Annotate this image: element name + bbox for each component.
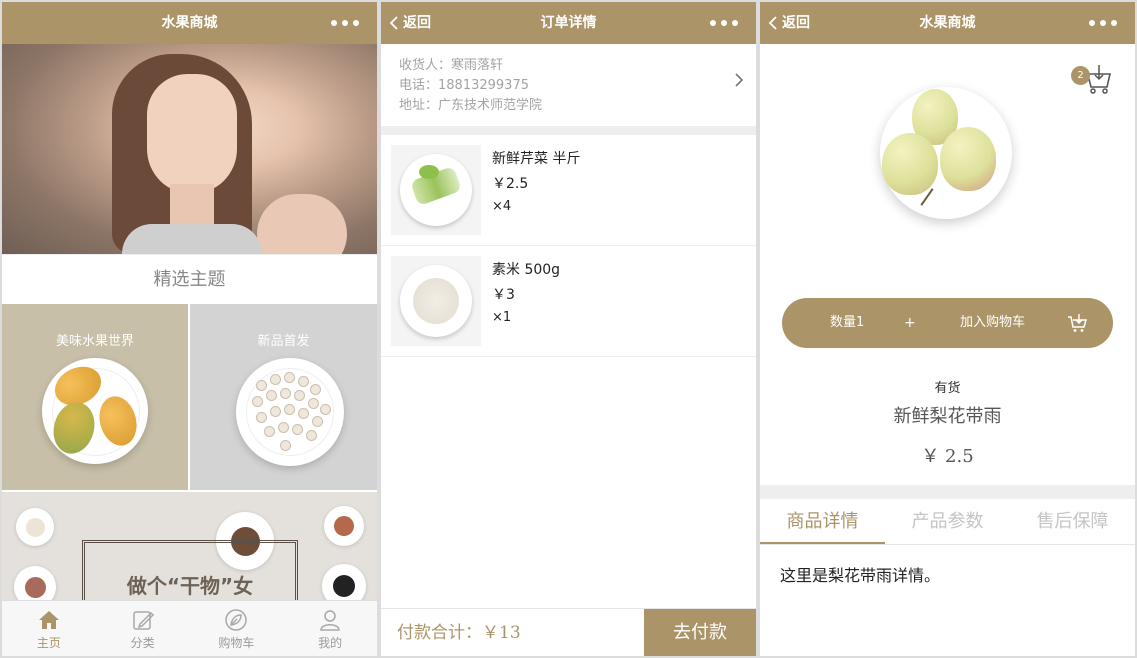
phone-text: 电话：18813299375 xyxy=(399,78,529,93)
more-icon[interactable] xyxy=(331,2,359,44)
item-name: 新鲜芹菜 半斤 xyxy=(492,151,581,167)
home-icon xyxy=(38,611,59,629)
tab-label: 主页 xyxy=(36,636,61,650)
edit-icon xyxy=(132,611,154,630)
theme-label: 新品首发 xyxy=(257,334,310,349)
product-name: 新鲜梨花带雨 xyxy=(893,406,1002,427)
receiver-text: 收货人：寒雨落轩 xyxy=(399,58,504,73)
tab-cart[interactable]: 购物车 xyxy=(190,601,284,656)
bottom-tab-bar: 主页 分类 购物车 我的 xyxy=(2,600,377,656)
home-screen: 水果商城 精选主题 美味水果世界 新品首发 做个“干物”女 主页 分类 购物车 … xyxy=(2,2,377,656)
tab-after-sales[interactable]: 售后保障 xyxy=(1010,499,1135,544)
address-card[interactable]: 收货人：寒雨落轩 电话：18813299375 地址：广东技术师范学院 xyxy=(381,44,756,135)
banner-carousel[interactable] xyxy=(2,44,377,254)
add-to-cart-button[interactable]: 加入购物车 xyxy=(960,298,1025,348)
theme-label: 美味水果世界 xyxy=(55,334,134,349)
theme-card-new-arrivals[interactable]: 新品首发 xyxy=(190,304,377,490)
item-price: ￥2.5 xyxy=(492,176,529,192)
tab-profile[interactable]: 我的 xyxy=(283,601,377,656)
add-cart-icon[interactable] xyxy=(1067,313,1087,333)
order-item[interactable]: 素米 500g ￥3 ×1 xyxy=(381,246,756,357)
home-navbar: 水果商城 xyxy=(2,2,377,44)
product-navbar: 返回 水果商城 xyxy=(760,2,1135,44)
item-quantity: ×1 xyxy=(492,310,512,325)
promo-banner[interactable]: 做个“干物”女 xyxy=(2,492,377,600)
more-icon[interactable] xyxy=(710,2,738,44)
product-title: 水果商城 xyxy=(919,15,976,31)
item-price: ￥3 xyxy=(492,287,515,303)
tab-category[interactable]: 分类 xyxy=(96,601,190,656)
home-title: 水果商城 xyxy=(161,15,218,31)
product-image xyxy=(880,87,1012,219)
detail-tabs: 商品详情 产品参数 售后保障 xyxy=(760,499,1135,545)
item-name: 素米 500g xyxy=(492,262,561,278)
add-to-cart-bar: 数量1 + 加入购物车 xyxy=(782,298,1113,348)
pay-button[interactable]: 去付款 xyxy=(644,609,756,656)
user-icon xyxy=(320,610,340,631)
promo-slogan: 做个“干物”女 xyxy=(126,574,254,598)
cart-count-badge: 2 xyxy=(1071,66,1090,85)
tab-product-params[interactable]: 产品参数 xyxy=(885,499,1010,544)
stock-status: 有货 xyxy=(934,381,961,396)
section-title: 精选主题 xyxy=(2,254,377,304)
order-item[interactable]: 新鲜芹菜 半斤 ￥2.5 ×4 xyxy=(381,135,756,246)
chevron-right-icon xyxy=(735,73,744,87)
tab-label: 我的 xyxy=(318,636,343,650)
detail-content: 这里是梨花带雨详情。 xyxy=(780,566,941,585)
tab-label: 购物车 xyxy=(218,636,255,650)
quantity-selector[interactable]: 数量1 xyxy=(830,298,864,348)
order-navbar: 返回 订单详情 xyxy=(381,2,756,44)
tab-product-detail[interactable]: 商品详情 xyxy=(760,499,885,544)
product-price: ￥ 2.5 xyxy=(921,446,974,467)
order-title: 订单详情 xyxy=(540,15,597,31)
tab-label: 分类 xyxy=(130,636,155,650)
quantity-plus-button[interactable]: + xyxy=(904,298,916,348)
product-screen: 返回 水果商城 2 数量1 + 加入购物车 有货 新鲜梨花带雨 ￥ 2.5 商品… xyxy=(760,2,1135,656)
item-quantity: ×4 xyxy=(492,199,512,214)
order-screen: 返回 订单详情 收货人：寒雨落轩 电话：18813299375 地址：广东技术师… xyxy=(381,2,756,656)
tab-home[interactable]: 主页 xyxy=(2,601,96,656)
total-amount: 付款合计：￥13 xyxy=(397,623,521,643)
payment-bar: 付款合计：￥13 去付款 xyxy=(381,608,756,656)
address-text: 地址：广东技术师范学院 xyxy=(399,98,543,113)
item-thumbnail xyxy=(391,256,481,346)
more-icon[interactable] xyxy=(1089,2,1117,44)
leaf-icon xyxy=(225,609,248,631)
theme-card-fruit-world[interactable]: 美味水果世界 xyxy=(2,304,188,490)
item-thumbnail xyxy=(391,145,481,235)
